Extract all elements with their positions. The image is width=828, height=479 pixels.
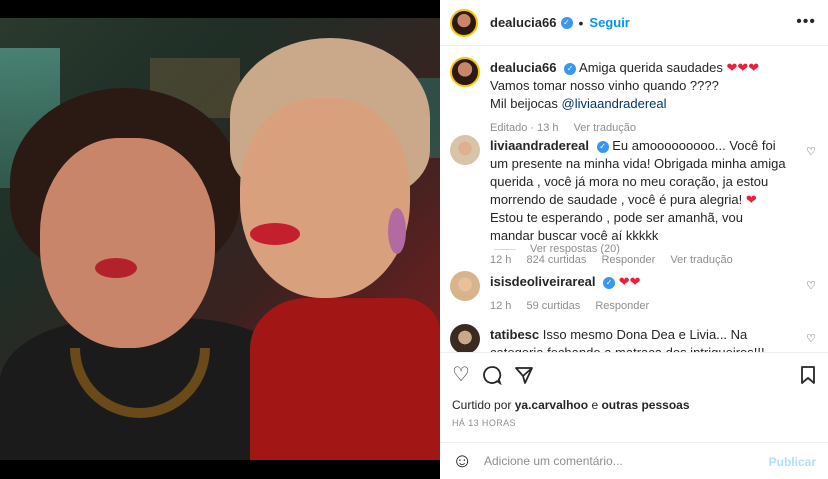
post-panel: dealucia66 ✓ • Seguir ••• dealucia66 ✓ A…: [440, 0, 828, 479]
person-right-face: [240, 98, 410, 298]
likes-count[interactable]: 824 curtidas: [526, 254, 586, 266]
separator-dot: •: [578, 14, 584, 31]
liked-by-user[interactable]: ya.carvalhoo: [515, 398, 588, 412]
avatar[interactable]: [450, 57, 480, 87]
person-left-lips: [95, 258, 137, 278]
comments-list[interactable]: dealucia66 ✓ Amiga querida saudades ❤❤❤ …: [440, 47, 828, 352]
caption-text: Amiga querida saudades: [579, 60, 723, 75]
edited-time: Editado · 13 h: [490, 122, 559, 134]
heart-outline-icon[interactable]: ♡: [806, 332, 816, 345]
caption-username[interactable]: dealucia66: [490, 60, 557, 75]
view-replies-label: Ver respostas (20): [530, 243, 620, 255]
likes-count[interactable]: 59 curtidas: [526, 300, 580, 312]
liked-by-others[interactable]: outras pessoas: [601, 398, 689, 412]
caption-meta: Editado · 13 h Ver tradução: [490, 119, 790, 137]
avatar[interactable]: [450, 271, 480, 301]
caption-text: Mil beijocas: [490, 96, 558, 111]
translate-link[interactable]: Ver tradução: [670, 254, 732, 266]
person-right-lips: [250, 223, 300, 245]
earring: [388, 208, 406, 254]
comment-text: Estou te esperando , pode ser amanhã, vo…: [490, 210, 743, 243]
liked-by-middle: e: [591, 398, 599, 412]
action-bar: ♡: [440, 352, 828, 396]
photo-content: [0, 18, 440, 460]
comment-username[interactable]: tatibesc: [490, 327, 539, 342]
comment-body: tatibesc Isso mesmo Dona Dea e Livia... …: [490, 326, 790, 352]
follow-button[interactable]: Seguir: [589, 15, 629, 30]
avatar[interactable]: [450, 135, 480, 165]
view-replies[interactable]: Ver respostas (20): [494, 243, 620, 255]
more-horizontal-icon[interactable]: •••: [796, 13, 816, 31]
comment-meta: 12 h 59 curtidas Responder: [490, 297, 790, 315]
publish-button[interactable]: Publicar: [769, 455, 816, 469]
reply-link[interactable]: Responder: [595, 300, 649, 312]
person-left-face: [40, 138, 215, 348]
comment-icon[interactable]: [482, 365, 502, 389]
emoji-icon[interactable]: ☺: [452, 450, 476, 473]
heart-emoji: ❤❤: [618, 274, 641, 289]
comment-username[interactable]: liviaandradereal: [490, 138, 589, 153]
translate-link[interactable]: Ver tradução: [574, 122, 636, 134]
comment-time: 12 h: [490, 254, 512, 266]
reply-link[interactable]: Responder: [601, 254, 655, 266]
post-image[interactable]: [0, 0, 440, 479]
liked-by: Curtido por ya.carvalhoo e outras pessoa…: [452, 398, 690, 412]
person-right-body: [250, 298, 440, 460]
comment-time: 12 h: [490, 300, 512, 312]
post-header: dealucia66 ✓ • Seguir •••: [440, 0, 828, 46]
caption-body: dealucia66 ✓ Amiga querida saudades ❤❤❤ …: [490, 59, 790, 137]
caption-text: Vamos tomar nosso vinho quando ????: [490, 78, 719, 93]
avatar[interactable]: [450, 324, 480, 352]
liked-by-prefix: Curtido por: [452, 398, 512, 412]
comment-body: isisdeoliveirareal ✓ ❤❤ 12 h 59 curtidas…: [490, 273, 790, 315]
heart-outline-icon[interactable]: ♡: [806, 279, 816, 292]
divider: [494, 248, 516, 250]
comment-username[interactable]: isisdeoliveirareal: [490, 274, 596, 289]
verified-icon: ✓: [603, 276, 616, 289]
bookmark-icon[interactable]: [800, 365, 816, 389]
heart-outline-icon[interactable]: ♡: [452, 365, 470, 385]
heart-emoji: ❤: [745, 192, 757, 207]
verified-icon: ✓: [564, 62, 577, 75]
send-icon[interactable]: [514, 365, 534, 389]
post-timestamp[interactable]: HÁ 13 HORAS: [452, 418, 516, 428]
heart-emoji: ❤❤❤: [726, 60, 760, 75]
heart-outline-icon[interactable]: ♡: [806, 145, 816, 158]
header-username[interactable]: dealucia66: [490, 15, 557, 30]
verified-icon: ✓: [596, 140, 609, 153]
mention-link[interactable]: @liviaandradereal: [562, 96, 667, 111]
verified-icon: ✓: [560, 16, 573, 29]
comment-input[interactable]: [484, 454, 754, 468]
add-comment-row: ☺ Publicar: [440, 442, 828, 479]
avatar[interactable]: [450, 8, 478, 37]
